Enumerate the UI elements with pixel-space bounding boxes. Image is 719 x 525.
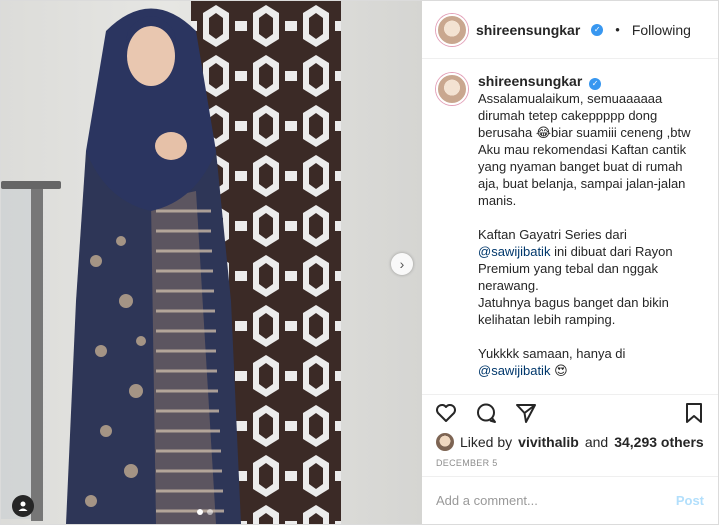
caption-username[interactable]: shireensungkar [478,73,582,89]
caption-area: shireensungkar ✓ Assalamualaikum, semuaa… [422,59,718,394]
post-comment-button[interactable]: Post [676,493,704,508]
post-sidebar: shireensungkar ✓ • Following shireensung… [422,1,718,524]
share-icon[interactable] [514,401,538,425]
chevron-right-icon[interactable]: › [391,253,413,275]
mention-link[interactable]: @sawijibatik [478,244,550,259]
comment-icon[interactable] [474,401,498,425]
likes-count[interactable]: 34,293 others [614,434,704,450]
post-date[interactable]: DECEMBER 5 [422,454,718,476]
carousel-dot [207,509,213,515]
heart-icon[interactable] [434,401,458,425]
liker-username[interactable]: vivithalib [518,434,579,450]
avatar[interactable] [436,73,468,105]
photo-glass-railing [1,181,61,521]
caption-paragraph: Assalamualaikum, semuaaaaaa dirumah tete… [478,91,691,208]
comment-input[interactable] [436,493,656,508]
carousel-dot [197,509,203,515]
bookmark-icon[interactable] [682,401,706,425]
mention-link[interactable]: @sawijibatik [478,363,550,378]
verified-badge-icon: ✓ [589,77,602,90]
caption-paragraph: Kaftan Gayatri Series dari @sawijibatik … [478,227,673,327]
action-bar [422,394,718,430]
caption-paragraph: Yukkkk samaan, hanya di @sawijibatik 😍 [478,346,626,378]
avatar[interactable] [436,433,454,451]
comment-box: Post [422,476,718,524]
post-photo[interactable]: › [1,1,422,524]
tagged-user-icon[interactable] [12,495,34,517]
photo-woman-figure [56,1,246,524]
instagram-post: › shireensungkar ✓ • Following shireensu… [0,0,719,525]
header-separator: • [615,22,620,37]
caption-text: shireensungkar ✓ Assalamualaikum, semuaa… [478,73,693,394]
post-header: shireensungkar ✓ • Following [422,1,718,59]
verified-badge-icon: ✓ [591,23,604,36]
carousel-indicator [197,509,213,515]
likes-summary: Liked by vivithalib and 34,293 others [422,430,718,454]
following-button[interactable]: Following [632,22,691,38]
header-username[interactable]: shireensungkar [476,22,580,38]
avatar[interactable] [436,13,468,46]
